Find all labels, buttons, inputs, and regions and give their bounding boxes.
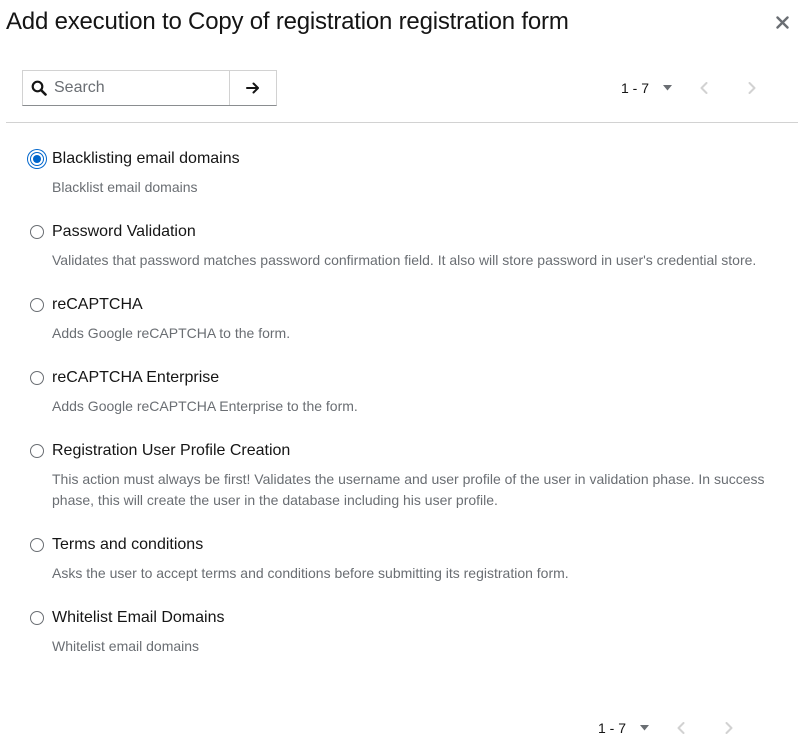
modal-header: Add execution to Copy of registration re…: [6, 8, 800, 38]
modal-title: Add execution to Copy of registration re…: [6, 8, 569, 35]
search-group: [22, 70, 277, 106]
previous-page-button[interactable]: [680, 70, 728, 106]
item-description: Blacklist email domains: [52, 179, 198, 195]
list-item[interactable]: Terms and conditions Asks the user to acc…: [30, 536, 770, 584]
close-icon: [775, 15, 789, 29]
item-description: Adds Google reCAPTCHA to the form.: [52, 325, 291, 341]
toolbar: 1 - 7: [22, 70, 776, 106]
pagination-range: 1 - 7: [620, 80, 649, 96]
close-button[interactable]: [774, 14, 790, 30]
item-label[interactable]: Blacklisting email domains: [52, 150, 770, 168]
item-label[interactable]: reCAPTCHA: [52, 296, 770, 314]
list-item[interactable]: Whitelist Email Domains Whitelist email d…: [30, 609, 770, 657]
item-description: This action must always be first! Valida…: [52, 471, 765, 508]
pagination-bottom: 1 - 7: [598, 710, 753, 746]
next-page-button[interactable]: [728, 70, 776, 106]
angle-left-icon: [677, 722, 685, 734]
item-description: Asks the user to accept terms and condit…: [52, 565, 569, 581]
radio-button[interactable]: [30, 538, 44, 552]
item-description: Whitelist email domains: [52, 638, 200, 654]
pagination-range-bottom: 1 - 7: [598, 720, 627, 736]
list-item[interactable]: Registration User Profile Creation This a…: [30, 442, 770, 511]
item-label[interactable]: Registration User Profile Creation: [52, 442, 770, 460]
radio-button[interactable]: [30, 225, 44, 239]
radio-button[interactable]: [30, 371, 44, 385]
pagination-top: 1 - 7: [621, 70, 776, 106]
list-item[interactable]: reCAPTCHA Enterprise Adds Google reCAPTCH…: [30, 369, 770, 417]
search-box: [23, 71, 231, 105]
search-submit-button[interactable]: [230, 71, 276, 105]
item-label[interactable]: Whitelist Email Domains: [52, 609, 770, 627]
caret-down-icon: [663, 85, 672, 91]
pagination-range-toggle-bottom[interactable]: 1 - 7: [598, 720, 657, 736]
next-page-button-bottom[interactable]: [705, 710, 753, 746]
previous-page-button-bottom[interactable]: [657, 710, 705, 746]
item-label[interactable]: Terms and conditions: [52, 536, 770, 554]
radio-button[interactable]: [30, 611, 44, 625]
search-icon: [31, 80, 47, 96]
angle-left-icon: [700, 82, 708, 94]
angle-right-icon: [725, 722, 733, 734]
item-description: Validates that password matches password…: [52, 252, 757, 268]
list-item[interactable]: Blacklisting email domains Blacklist emai…: [30, 150, 770, 198]
list-item[interactable]: reCAPTCHA Adds Google reCAPTCHA to the fo…: [30, 296, 770, 344]
search-input[interactable]: [23, 71, 230, 105]
add-execution-modal: Add execution to Copy of registration re…: [0, 0, 800, 752]
arrow-right-icon: [246, 82, 260, 94]
list-item[interactable]: Password Validation Validates that passwo…: [30, 223, 770, 271]
angle-right-icon: [748, 82, 756, 94]
toolbar-divider: [6, 122, 798, 123]
radio-button[interactable]: [30, 152, 44, 166]
radio-button[interactable]: [30, 444, 44, 458]
item-description: Adds Google reCAPTCHA Enterprise to the …: [52, 398, 358, 414]
radio-button[interactable]: [30, 298, 44, 312]
item-label[interactable]: reCAPTCHA Enterprise: [52, 369, 770, 387]
pagination-range-toggle[interactable]: 1 - 7: [621, 80, 680, 96]
caret-down-icon: [640, 725, 650, 731]
item-label[interactable]: Password Validation: [52, 223, 770, 241]
